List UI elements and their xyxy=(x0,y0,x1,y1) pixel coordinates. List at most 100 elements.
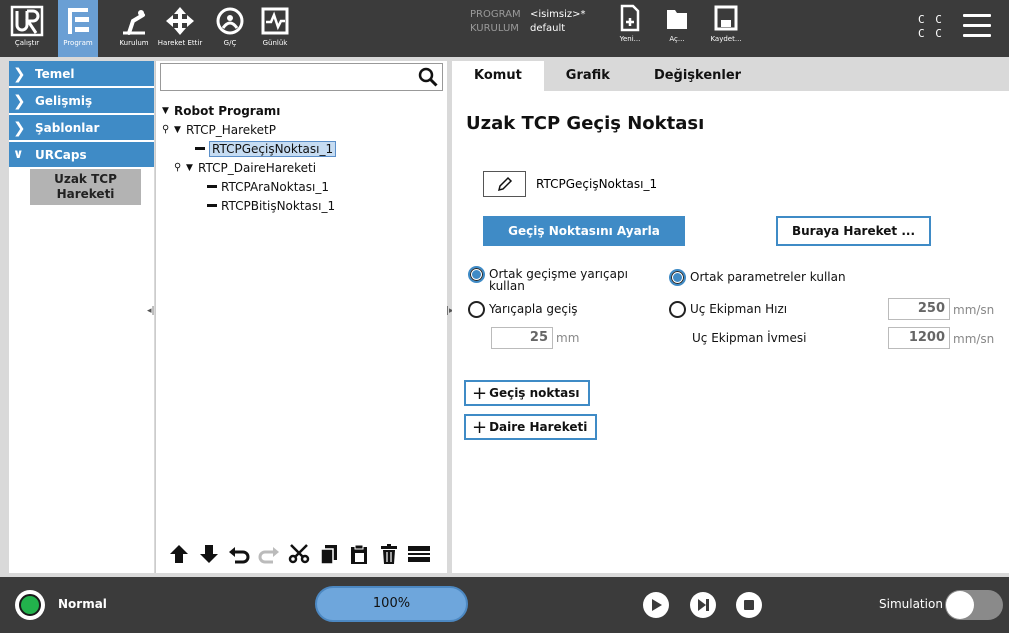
io-icon xyxy=(216,7,244,35)
speed-slider[interactable]: 100% xyxy=(315,586,468,622)
expand-triangle-icon[interactable]: ▼ xyxy=(186,163,198,173)
tab-variables[interactable]: Değişkenler xyxy=(632,61,763,91)
move-here-button[interactable]: Buraya Hareket ... xyxy=(776,216,931,246)
step-icon xyxy=(698,599,709,611)
expand-triangle-icon[interactable]: ▼ xyxy=(174,125,186,135)
blend-radius-field[interactable]: 25 xyxy=(491,327,553,349)
sidebar-item-advanced[interactable]: ❯ Gelişmiş xyxy=(9,88,154,113)
installation-icon xyxy=(123,10,145,35)
program-icon xyxy=(68,8,89,34)
radio-dot-icon xyxy=(468,301,485,318)
nav-program[interactable]: Program xyxy=(58,0,98,57)
radio-dot-icon xyxy=(669,301,686,318)
cc-indicator: C C C C xyxy=(918,13,944,41)
nav-io-label: G/Ç xyxy=(223,39,237,47)
tree-search[interactable] xyxy=(160,63,443,91)
sidebar-item-templates[interactable]: ❯ Şablonlar xyxy=(9,115,154,140)
command-panel: Komut Grafik Değişkenler Uzak TCP Geçiş … xyxy=(452,61,1009,573)
open-button-label: Aç... xyxy=(669,35,685,43)
radio-label: Ortak parametreler kullan xyxy=(690,270,846,284)
new-button[interactable]: Yeni... xyxy=(605,4,655,54)
radio-label: Ortak geçişme yarıçapı kullan xyxy=(489,267,628,293)
add-waypoint-button[interactable]: + Geçiş noktası xyxy=(464,380,590,406)
sidebar-subitem-remote-tcp[interactable]: Uzak TCP Hareketi xyxy=(30,169,141,205)
save-button-label: Kaydet... xyxy=(710,35,742,43)
nav-io[interactable]: G/Ç xyxy=(210,0,250,57)
splitter-left-icon[interactable]: ◂| xyxy=(147,306,155,316)
tree-row-label: RTCPAraNoktası_1 xyxy=(221,179,329,194)
radio-shared-params[interactable]: Ortak parametreler kullan xyxy=(669,269,846,286)
radio-blend-radius[interactable]: Yarıçapla geçiş xyxy=(468,301,578,318)
chevron-right-icon: ❯ xyxy=(13,64,26,83)
move-down-icon[interactable] xyxy=(196,541,222,567)
radio-label: Uç Ekipman Hızı xyxy=(690,302,788,316)
log-icon xyxy=(261,7,289,35)
sidebar-item-label: URCaps xyxy=(35,147,87,162)
page-title: Uzak TCP Geçiş Noktası xyxy=(466,113,705,134)
new-button-label: Yeni... xyxy=(619,35,641,43)
hamburger-menu-icon[interactable] xyxy=(963,14,991,38)
nav-move-label: Hareket Ettir xyxy=(157,39,203,47)
step-button[interactable] xyxy=(690,592,716,618)
play-button[interactable] xyxy=(643,592,669,618)
cut-icon[interactable] xyxy=(286,541,312,567)
move-icon xyxy=(166,7,194,35)
program-info: PROGRAM <isimsiz>* KURULUM default xyxy=(470,8,586,36)
blend-unit: mm xyxy=(556,331,580,345)
expand-triangle-icon[interactable]: ▼ xyxy=(162,106,174,116)
tree-row-end-point[interactable]: RTCPBitişNoktası_1 xyxy=(162,196,336,215)
radio-shared-blend[interactable]: Ortak geçişme yarıçapı kullan xyxy=(468,266,648,292)
nav-move[interactable]: Hareket Ettir xyxy=(156,0,204,57)
radio-tool-speed[interactable]: Uç Ekipman Hızı xyxy=(669,301,787,318)
tool-speed-field[interactable]: 250 xyxy=(888,298,950,320)
radio-dot-icon xyxy=(468,266,485,283)
move-up-icon[interactable] xyxy=(166,541,192,567)
tool-accel-label: Uç Ekipman İvmesi xyxy=(692,331,807,345)
tree-row-via-point[interactable]: RTCPAraNoktası_1 xyxy=(162,177,336,196)
save-button[interactable]: Kaydet... xyxy=(701,4,751,54)
tree-row-root[interactable]: ▼ Robot Programı xyxy=(162,101,336,120)
nav-log[interactable]: Günlük xyxy=(255,0,295,57)
tree-row-rtcp-movep[interactable]: ⚲ ▼ RTCP_HareketP xyxy=(162,120,336,139)
play-icon xyxy=(652,599,662,611)
tree-row-waypoint[interactable]: RTCPGeçişNoktası_1 xyxy=(162,139,337,158)
search-icon[interactable] xyxy=(418,67,438,87)
pin-icon: ⚲ xyxy=(162,124,170,135)
tab-bar: Komut Grafik Değişkenler xyxy=(452,61,1009,91)
cc-bottom: C C xyxy=(918,27,944,40)
tree-toolbar xyxy=(166,539,448,569)
tab-graphics[interactable]: Grafik xyxy=(544,61,632,91)
tree-search-input[interactable] xyxy=(161,64,411,90)
suppress-icon[interactable] xyxy=(406,541,432,567)
copy-icon[interactable] xyxy=(316,541,342,567)
chevron-right-icon: ❯ xyxy=(13,118,26,137)
robot-status-button[interactable] xyxy=(15,590,45,620)
chevron-right-icon: ❯ xyxy=(13,91,26,110)
tree-row-circle-move[interactable]: ⚲ ▼ RTCP_DaireHareketi xyxy=(162,158,336,177)
open-button[interactable]: Aç... xyxy=(652,4,702,54)
top-bar: Çalıştır Program Kurulum Hareket Ettir G… xyxy=(0,0,1009,57)
tree-row-label: RTCP_DaireHareketi xyxy=(198,160,317,175)
redo-icon[interactable] xyxy=(256,541,282,567)
program-tree: ▼ Robot Programı ⚲ ▼ RTCP_HareketP RTCPG… xyxy=(162,101,337,215)
undo-icon[interactable] xyxy=(226,541,252,567)
rename-button[interactable] xyxy=(483,171,526,197)
simulation-toggle[interactable] xyxy=(945,590,1003,620)
pencil-icon xyxy=(497,176,512,192)
stop-button[interactable] xyxy=(736,592,762,618)
node-dash-icon xyxy=(207,204,217,207)
sidebar-item-urcaps[interactable]: ∨ URCaps xyxy=(9,142,154,167)
cc-top: C C xyxy=(918,13,944,26)
tool-accel-field[interactable]: 1200 xyxy=(888,327,950,349)
set-waypoint-button[interactable]: Geçiş Noktasını Ayarla xyxy=(483,216,685,246)
ur-logo-icon xyxy=(10,5,44,37)
chevron-down-icon: ∨ xyxy=(13,147,24,162)
toggle-knob xyxy=(946,591,974,619)
nav-installation[interactable]: Kurulum xyxy=(114,0,154,57)
nav-run[interactable]: Çalıştır xyxy=(0,0,54,57)
sidebar-item-basic[interactable]: ❯ Temel xyxy=(9,61,154,86)
tab-command[interactable]: Komut xyxy=(452,61,544,91)
add-circle-move-button[interactable]: + Daire Hareketi xyxy=(464,414,598,440)
delete-icon[interactable] xyxy=(376,541,402,567)
paste-icon[interactable] xyxy=(346,541,372,567)
